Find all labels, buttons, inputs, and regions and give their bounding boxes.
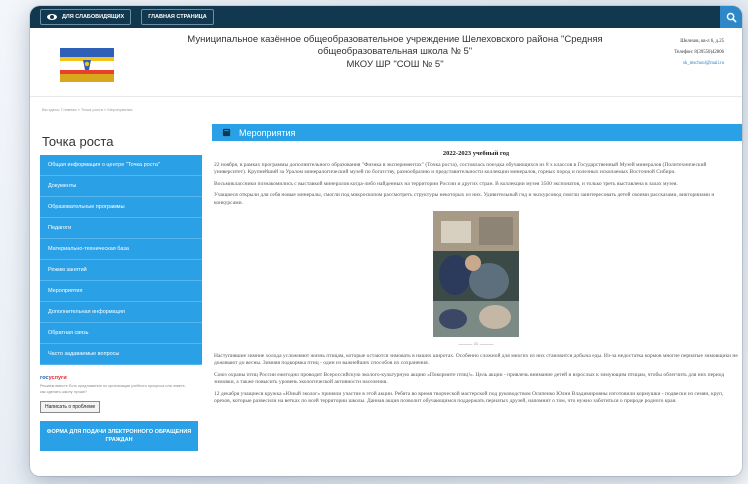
contacts-block: Шелехов, кв-л 6, д.25 Телефон: 8(39550)4…: [674, 36, 724, 69]
events-title: Мероприятия: [239, 127, 296, 138]
school-short-name: МКОУ ШР "СОШ № 5": [346, 59, 444, 70]
sidebar-title: Точка роста: [42, 134, 114, 149]
email-link[interactable]: sh_mschool@mail.ru: [674, 58, 724, 69]
report-problem-button[interactable]: Написать о проблеме: [40, 401, 101, 413]
sidebar-item-equipment[interactable]: Материально-техническая база: [40, 239, 202, 260]
sidebar-item-teachers[interactable]: Педагоги: [40, 218, 202, 239]
sidebar-item-events[interactable]: Мероприятия: [40, 281, 202, 302]
breadcrumb[interactable]: Вы здесь: Главная » Точка роста » Меропр…: [30, 96, 742, 120]
citizen-appeal-button[interactable]: ФОРМА ДЛЯ ПОДАЧИ ЭЛЕКТРОННОГО ОБРАЩЕНИЯ …: [40, 421, 198, 451]
article-paragraph: Союз охраны птиц России ежегодно проводи…: [214, 371, 725, 386]
article-paragraph: 12 декабря учащиеся кружка «Юный эколог»…: [214, 390, 724, 405]
sidebar: Точка роста Общая информация о центре "Т…: [30, 120, 202, 476]
main-content: Мероприятия 2022-2023 учебный год 22 ноя…: [212, 124, 742, 476]
book-icon: [222, 128, 231, 137]
home-label: ГЛАВНАЯ СТРАНИЦА: [148, 14, 207, 20]
school-year-heading: 2022-2023 учебный год: [442, 150, 510, 157]
phone-text: Телефон: 8(39550)42806: [674, 50, 724, 55]
article-paragraph: Восьмиклассники познакомились с выставко…: [214, 180, 678, 187]
browser-window: ДЛЯ СЛАБОВИДЯЩИХ ГЛАВНАЯ СТРАНИЦА Муници…: [30, 6, 742, 476]
article-paragraph: Наступившие зимние холода усложняют жизн…: [214, 352, 738, 367]
eye-icon: [47, 14, 57, 20]
article-paragraph: Учащиеся открыли для себя новые минералы…: [214, 192, 715, 206]
accessibility-button[interactable]: ДЛЯ СЛАБОВИДЯЩИХ: [40, 9, 132, 25]
top-bar: ДЛЯ СЛАБОВИДЯЩИХ ГЛАВНАЯ СТРАНИЦА: [30, 6, 742, 28]
site-header: Муниципальное казённое общеобразовательн…: [30, 28, 742, 96]
search-icon: [726, 12, 737, 23]
sidebar-item-faq[interactable]: Часто задаваемые вопросы: [40, 344, 202, 365]
sidebar-item-documents[interactable]: Документы: [40, 176, 202, 197]
gosuslugi-logo-part2: услуги: [48, 375, 67, 381]
sidebar-item-additional-info[interactable]: Дополнительная информация: [40, 302, 202, 323]
school-full-name: Муниципальное казённое общеобразовательн…: [187, 34, 603, 57]
museum-visit-photo[interactable]: [433, 211, 519, 337]
gosuslugi-logo-part1: гос: [40, 375, 49, 381]
sidebar-item-feedback[interactable]: Обратная связь: [40, 323, 202, 344]
home-button[interactable]: ГЛАВНАЯ СТРАНИЦА: [141, 9, 214, 25]
divider-ornament: —— ≈ ——: [458, 340, 494, 348]
article-paragraph: 22 ноября, в рамках программы дополнител…: [214, 161, 707, 176]
school-flag-logo: [60, 48, 114, 82]
events-header: Мероприятия: [212, 124, 742, 141]
sidebar-item-programs[interactable]: Образовательные программы: [40, 197, 202, 218]
gosuslugi-logo[interactable]: госуслуги: [40, 375, 202, 381]
search-button[interactable]: [720, 6, 742, 28]
article: 2022-2023 учебный год 22 ноября, в рамка…: [212, 150, 742, 406]
school-name-block: Муниципальное казённое общеобразовательн…: [180, 34, 610, 71]
sidebar-item-general-info[interactable]: Общая информация о центре "Точка роста": [40, 155, 202, 176]
sidebar-item-schedule[interactable]: Режим занятий: [40, 260, 202, 281]
gosuslugi-description: Решаем вместе Есть предложения по органи…: [40, 384, 186, 394]
address-text: Шелехов, кв-л 6, д.25: [680, 39, 724, 44]
accessibility-label: ДЛЯ СЛАБОВИДЯЩИХ: [62, 14, 125, 20]
